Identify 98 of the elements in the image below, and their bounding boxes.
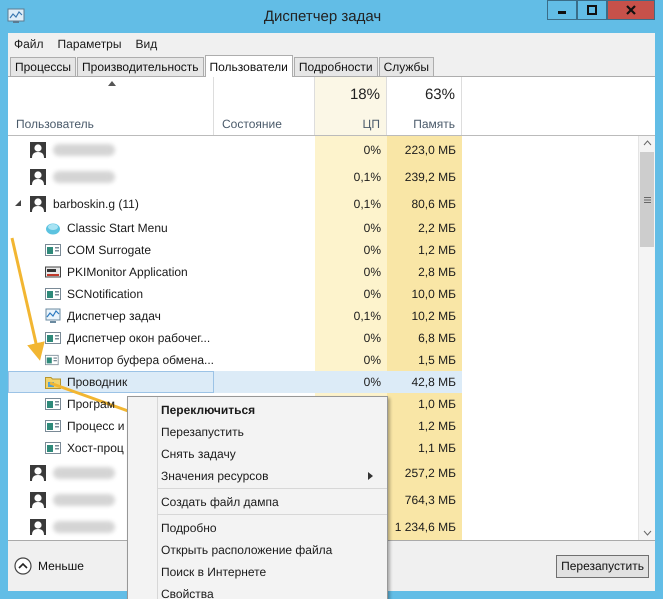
- process-name[interactable]: PKIMonitor Application: [67, 265, 188, 279]
- submenu-arrow-icon: [368, 472, 373, 480]
- table-cell: 0%: [315, 239, 387, 261]
- table-cell: 1,2 МБ: [387, 239, 462, 261]
- chart-icon: [45, 308, 61, 324]
- menu-item[interactable]: Свойства: [128, 583, 387, 599]
- restart-button[interactable]: Перезапустить: [556, 554, 649, 578]
- process-name[interactable]: Процесс и: [67, 419, 124, 433]
- table-cell: 0,1%: [315, 305, 387, 327]
- table-cell: 0%: [315, 136, 387, 163]
- close-icon: [626, 5, 636, 15]
- menu-item[interactable]: Вид: [135, 37, 158, 51]
- table-cell: 0%: [315, 261, 387, 283]
- column-label: Память: [413, 117, 455, 131]
- menu-item[interactable]: Параметры: [58, 37, 122, 51]
- menu-item[interactable]: Переключиться: [128, 399, 387, 421]
- user-icon: [30, 168, 46, 184]
- user-icon: [30, 492, 46, 508]
- tab[interactable]: Пользователи: [204, 55, 293, 77]
- window-icon: [45, 330, 61, 346]
- menu-item[interactable]: Подробно: [128, 517, 387, 539]
- chevron-up-icon: [14, 557, 32, 575]
- table-cell: 0%: [315, 217, 387, 239]
- table-cell-text: 0%: [362, 374, 382, 391]
- window-icon: [45, 242, 61, 258]
- window-icon: [45, 352, 59, 368]
- menu-item[interactable]: Создать файл дампа: [128, 491, 387, 513]
- process-name[interactable]: COM Surrogate: [67, 243, 152, 257]
- table-cell: 0%: [315, 327, 387, 349]
- column-header[interactable]: Пользователь: [8, 77, 214, 135]
- menu-item[interactable]: Поиск в Интернете: [128, 561, 387, 583]
- process-name[interactable]: Хост-проц: [67, 441, 124, 455]
- minimize-button[interactable]: [547, 0, 577, 20]
- table-cell: 2,8 МБ: [387, 261, 462, 283]
- table-cell: 6,8 МБ: [387, 327, 462, 349]
- tab[interactable]: Службы: [378, 57, 434, 76]
- window-icon: [45, 418, 61, 434]
- column-header[interactable]: 63% Память: [387, 77, 462, 135]
- scroll-thumb[interactable]: [640, 152, 654, 247]
- window-icon: [45, 286, 61, 302]
- table-cell: 0%: [315, 349, 387, 371]
- table-cell: 2,2 МБ: [387, 217, 462, 239]
- user-name[interactable]: barboskin.g (11): [53, 196, 139, 210]
- column-total: 63%: [424, 86, 455, 102]
- table-cell: 1,0 МБ: [387, 393, 462, 415]
- sort-arrow-icon: [108, 81, 116, 86]
- selected-row[interactable]: Проводник 0% 42,8 МБ: [8, 371, 462, 393]
- table-cell: 1,1 МБ: [387, 437, 462, 459]
- device-icon: [45, 264, 61, 280]
- table-cell: 80,6 МБ: [387, 190, 462, 217]
- process-name[interactable]: Диспетчер окон рабочег...: [67, 331, 210, 345]
- table-cell: 239,2 МБ: [387, 163, 462, 190]
- scrollbar[interactable]: [638, 136, 655, 540]
- column-total: 18%: [350, 86, 380, 102]
- column-label: Пользователь: [16, 117, 95, 131]
- table-cell: 10,0 МБ: [387, 283, 462, 305]
- grip-icon: [644, 196, 650, 202]
- tab[interactable]: Производительность: [77, 57, 204, 76]
- tab[interactable]: Процессы: [10, 57, 76, 76]
- chart-icon: [7, 8, 25, 24]
- user-icon: [30, 142, 46, 158]
- process-name[interactable]: Проводник: [67, 375, 128, 389]
- window-title: Диспетчер задач: [264, 8, 382, 25]
- column-label: Состояние: [222, 117, 283, 131]
- menu-item[interactable]: Открыть расположение файла: [128, 539, 387, 561]
- process-name[interactable]: Classic Start Menu: [67, 221, 168, 235]
- column-header[interactable]: 18% ЦП: [315, 77, 387, 135]
- table-cell: 0%: [315, 283, 387, 305]
- table-cell: 10,2 МБ: [387, 305, 462, 327]
- table-cell: 0,1%: [315, 190, 387, 217]
- user-icon: [30, 196, 46, 212]
- user-icon: [30, 464, 46, 480]
- table-cell: 223,0 МБ: [387, 136, 462, 163]
- menu-item[interactable]: Снять задачу: [128, 443, 387, 465]
- window-icon: [45, 440, 61, 456]
- table-cell: 1,5 МБ: [387, 349, 462, 371]
- table-cell: 1,2 МБ: [387, 415, 462, 437]
- table-cell-text: 42,8 МБ: [410, 374, 457, 391]
- menu-item[interactable]: Файл: [14, 37, 44, 51]
- process-name[interactable]: SCNotification: [67, 287, 144, 301]
- menu-item[interactable]: Значения ресурсов: [128, 465, 387, 487]
- table-cell: 1 234,6 МБ: [387, 513, 462, 540]
- tab[interactable]: Подробности: [294, 57, 378, 76]
- maximize-icon: [587, 5, 597, 15]
- window-icon: [45, 396, 61, 412]
- process-name[interactable]: Диспетчер задач: [67, 309, 161, 323]
- table-cell: 0,1%: [315, 163, 387, 190]
- table-cell: 764,3 МБ: [387, 486, 462, 513]
- maximize-button[interactable]: [577, 0, 607, 20]
- process-name[interactable]: Монитор буфера обмена...: [64, 353, 214, 367]
- column-label: ЦП: [362, 117, 380, 131]
- scroll-down-icon: [642, 530, 652, 536]
- menu-item[interactable]: Перезапустить: [128, 421, 387, 443]
- close-button[interactable]: [607, 0, 655, 20]
- fewer-details-button[interactable]: Меньше: [14, 557, 84, 575]
- scroll-up-icon: [642, 140, 652, 146]
- user-icon: [30, 518, 46, 534]
- table-cell: 257,2 МБ: [387, 459, 462, 486]
